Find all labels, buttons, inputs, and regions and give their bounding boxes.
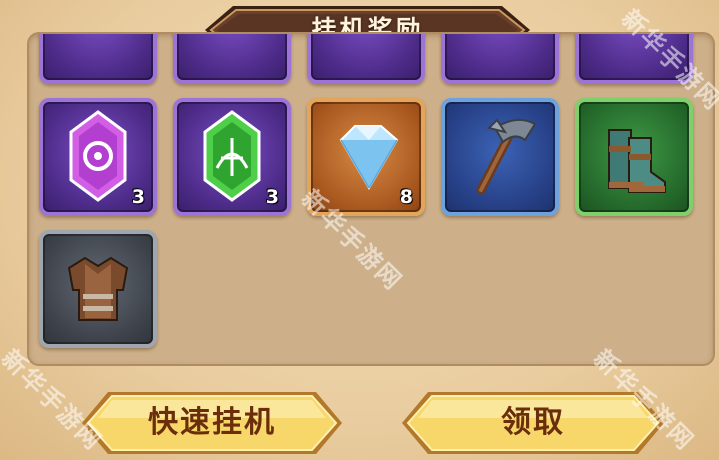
reward-count: 3 — [131, 186, 145, 208]
chest-armor-icon — [67, 256, 129, 321]
reward-count: 8 — [399, 186, 413, 208]
reward-slot-hidden[interactable] — [39, 34, 157, 84]
reward-panel: 3 3 8 — [27, 32, 715, 366]
reward-slot-boots[interactable] — [575, 98, 693, 216]
boots-icon — [608, 129, 666, 193]
reward-slot-hidden[interactable] — [441, 34, 559, 84]
reward-slot-green-crystal[interactable]: 3 — [173, 98, 291, 216]
reward-slot-hidden[interactable] — [173, 34, 291, 84]
reward-slot-purple-crystal[interactable]: 3 — [39, 98, 157, 216]
reward-slot-axe[interactable] — [441, 98, 559, 216]
reward-count: 3 — [265, 186, 279, 208]
battle-axe-icon — [476, 118, 537, 195]
quick-idle-label: 快速挂机 — [148, 405, 276, 440]
reward-slot-armor[interactable] — [39, 230, 157, 348]
reward-slot-hidden[interactable] — [307, 34, 425, 84]
quick-idle-button[interactable]: 快速挂机 — [82, 386, 342, 460]
